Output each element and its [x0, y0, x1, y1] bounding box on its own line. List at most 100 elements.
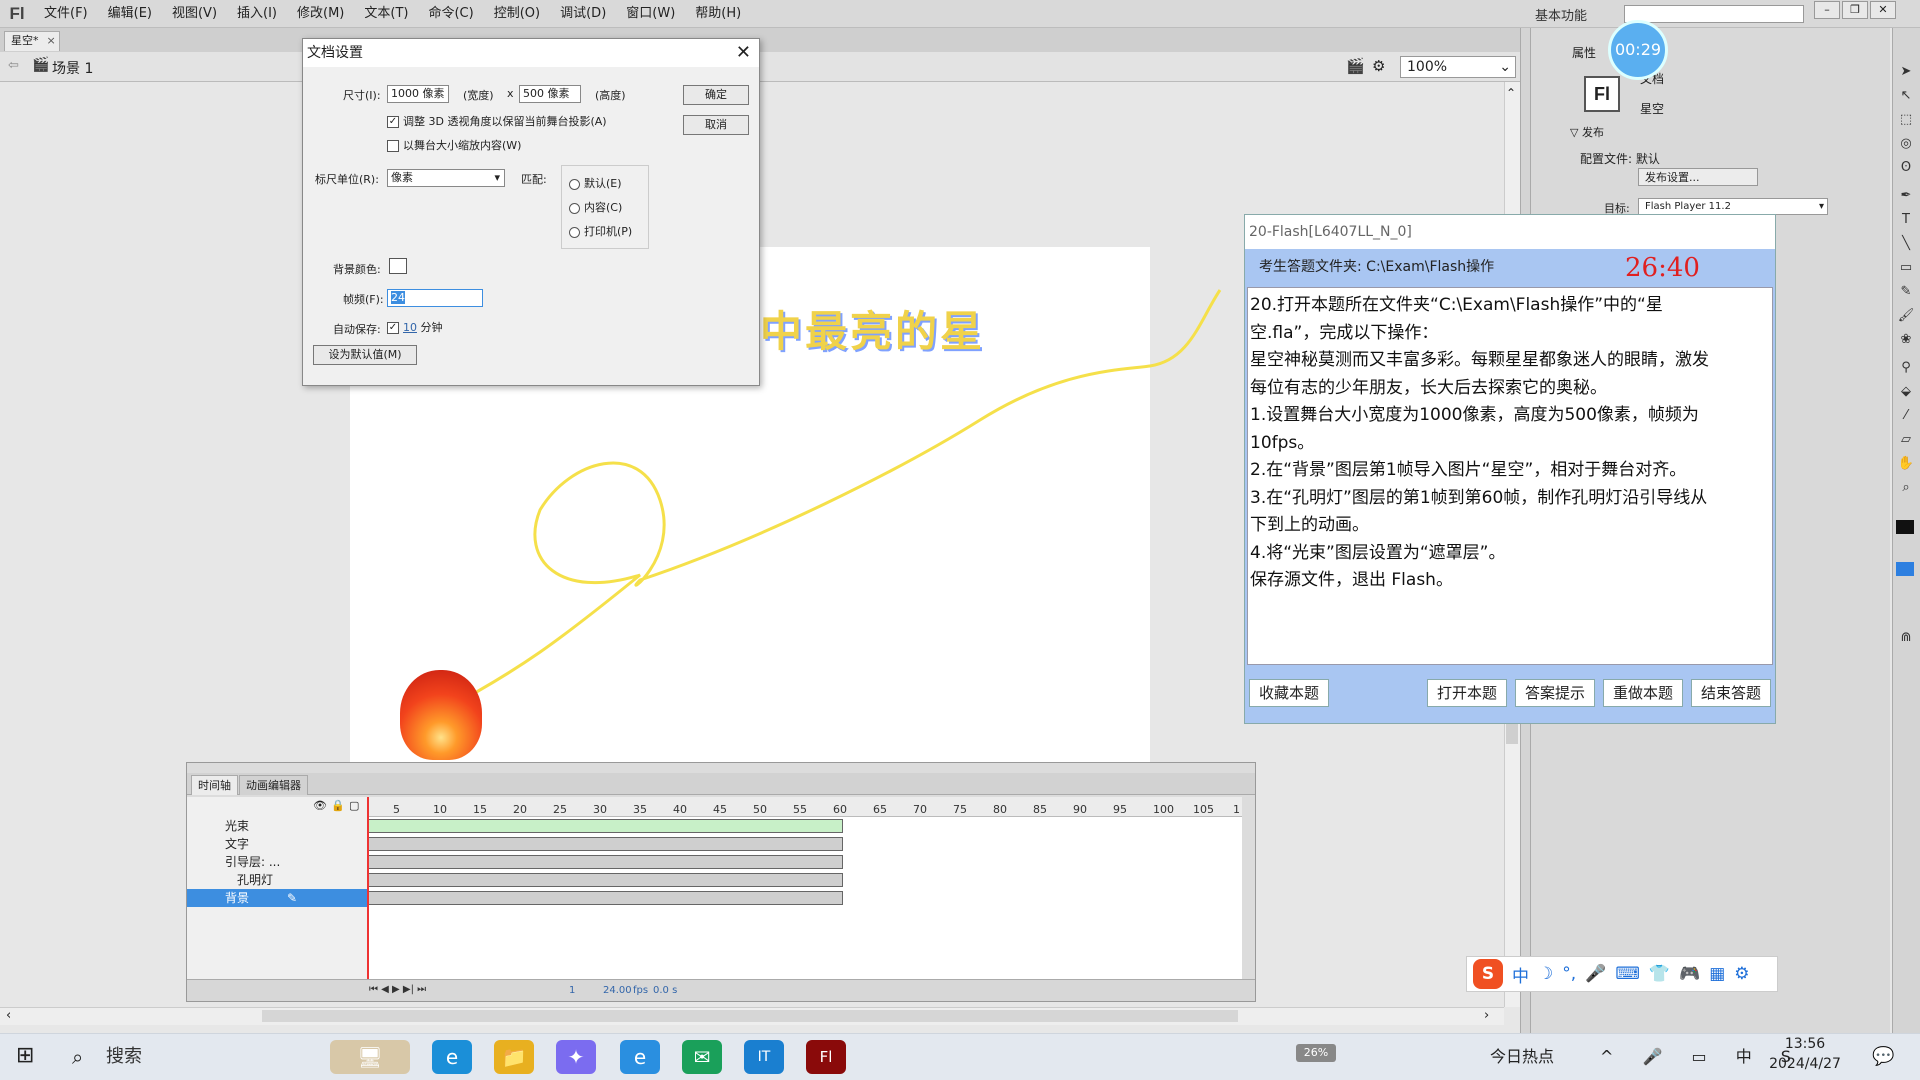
deco-tool-icon[interactable]: ❀ [1897, 332, 1915, 350]
news-widget[interactable]: 今日热点 [1490, 1040, 1554, 1074]
pen-tool-icon[interactable]: ✒ [1897, 188, 1915, 206]
lantern-image[interactable] [400, 670, 482, 760]
wechat-icon[interactable]: ✉ [682, 1040, 722, 1074]
ruler-units-select[interactable]: 像素 ▾ [387, 169, 505, 187]
match-default-option[interactable]: 默认(E) [569, 175, 622, 191]
paint-bucket-icon[interactable]: ⬙ [1897, 384, 1915, 402]
time-display[interactable]: 0.0 s [653, 985, 677, 996]
bone-tool-icon[interactable]: ⚲ [1897, 360, 1915, 378]
pencil-tool-icon[interactable]: ✎ [1897, 284, 1915, 302]
windows-start-icon[interactable]: ⊞ [16, 1044, 40, 1068]
answer-hint-button[interactable]: 答案提示 [1515, 679, 1595, 707]
moon-icon[interactable]: ☽ [1538, 964, 1553, 984]
fps-input[interactable]: 24 [387, 289, 483, 307]
task-view-icon[interactable]: 🖥 [330, 1040, 410, 1074]
scale-content-option[interactable]: 以舞台大小缩放内容(W) [387, 137, 521, 153]
open-question-button[interactable]: 打开本题 [1427, 679, 1507, 707]
scroll-left-icon[interactable]: ‹ [6, 1008, 11, 1023]
keyboard-icon[interactable]: ⌨ [1615, 964, 1640, 984]
clock[interactable]: 13:56 2024/4/27 [1760, 1034, 1850, 1074]
punctuation-icon[interactable]: °, [1562, 964, 1576, 984]
redo-question-button[interactable]: 重做本题 [1603, 679, 1683, 707]
current-frame[interactable]: 1 [569, 985, 575, 996]
flash-app-icon[interactable]: Fl [806, 1040, 846, 1074]
layer-row[interactable]: 文字 [187, 835, 367, 853]
tab-motion-editor[interactable]: 动画编辑器 [239, 775, 308, 795]
notification-icon[interactable]: 💬 [1872, 1040, 1894, 1074]
frame-span[interactable] [367, 819, 843, 833]
autosave-option[interactable]: ✓ 10 分钟 [387, 319, 443, 335]
properties-tab[interactable]: 属性 [1572, 44, 1596, 61]
fill-color-swatch[interactable] [1896, 562, 1914, 576]
target-select[interactable]: Flash Player 11.2 ▾ [1638, 198, 1828, 215]
floating-timer[interactable]: 00:29 [1608, 20, 1668, 80]
skin-icon[interactable]: 👕 [1649, 964, 1670, 984]
microphone-icon[interactable]: 🎤 [1585, 964, 1606, 984]
hand-tool-icon[interactable]: ✋ [1897, 456, 1915, 474]
scroll-right-icon[interactable]: › [1484, 1008, 1489, 1023]
frame-span[interactable] [367, 855, 843, 869]
toolbox-icon[interactable]: ▦ [1709, 964, 1725, 984]
game-icon[interactable]: 🎮 [1679, 964, 1700, 984]
scroll-up-icon[interactable]: ⌃ [1506, 86, 1516, 100]
playback-controls-icon[interactable]: ⏮ ◀ ▶ ▶| ⏭ [369, 984, 426, 995]
layer-row[interactable]: 光束 [187, 817, 367, 835]
subselection-tool-icon[interactable]: ↖ [1897, 88, 1915, 106]
zoom-tool-icon[interactable]: ⌕ [1897, 480, 1915, 498]
selection-tool-icon[interactable]: ➤ [1897, 64, 1915, 82]
frame-span[interactable] [367, 837, 843, 851]
ie-browser-icon[interactable]: e [620, 1040, 660, 1074]
match-printer-radio[interactable] [569, 226, 580, 238]
free-transform-tool-icon[interactable]: ⬚ [1897, 112, 1915, 130]
tab-timeline[interactable]: 时间轴 [191, 775, 238, 795]
set-default-button[interactable]: 设为默认值(M) [313, 345, 417, 365]
horizontal-scroll-thumb[interactable] [262, 1010, 1238, 1022]
stroke-color-swatch[interactable] [1896, 520, 1914, 534]
eyedropper-icon[interactable]: ⁄ [1897, 408, 1915, 426]
3d-rotation-tool-icon[interactable]: ◎ [1897, 136, 1915, 154]
text-tool-icon[interactable]: T [1897, 212, 1915, 230]
publish-settings-button[interactable]: 发布设置... [1638, 168, 1758, 186]
frame-span[interactable] [367, 891, 843, 905]
ime-chinese-mode[interactable]: 中 [1512, 962, 1529, 987]
lock-icon[interactable]: 🔒 [331, 799, 345, 812]
brush-tool-icon[interactable]: 🖌 [1897, 308, 1915, 326]
line-tool-icon[interactable]: ╲ [1897, 236, 1915, 254]
scale-content-checkbox[interactable] [387, 140, 399, 152]
taskbar-search[interactable]: 搜索 [60, 1040, 320, 1074]
match-default-radio[interactable] [569, 178, 580, 190]
publish-section-header[interactable]: ▽ 发布 [1570, 124, 1604, 140]
width-input[interactable]: 1000 像素 [387, 85, 449, 103]
eye-icon[interactable]: 👁 [313, 799, 327, 812]
it-exam-icon[interactable]: IT [744, 1040, 784, 1074]
match-printer-option[interactable]: 打印机(P) [569, 223, 632, 239]
file-explorer-icon[interactable]: 📁 [494, 1040, 534, 1074]
copilot-icon[interactable]: ✦ [556, 1040, 596, 1074]
adjust-3d-option[interactable]: ✓ 调整 3D 透视角度以保留当前舞台投影(A) [387, 113, 607, 129]
eraser-tool-icon[interactable]: ▱ [1897, 432, 1915, 450]
favorite-question-button[interactable]: 收藏本题 [1249, 679, 1329, 707]
fps-display[interactable]: 24.00 [603, 985, 632, 996]
finish-exam-button[interactable]: 结束答题 [1691, 679, 1771, 707]
edge-browser-icon[interactable]: e [432, 1040, 472, 1074]
cancel-button[interactable]: 取消 [683, 115, 749, 135]
playhead[interactable] [367, 797, 369, 979]
match-contents-radio[interactable] [569, 202, 580, 214]
lasso-tool-icon[interactable]: ʘ [1897, 160, 1915, 178]
layer-row-selected[interactable]: 背景 ✎ [187, 889, 367, 907]
bg-color-swatch[interactable] [389, 258, 407, 274]
dialog-titlebar[interactable]: 文档设置 [303, 39, 759, 67]
rectangle-tool-icon[interactable]: ▭ [1897, 260, 1915, 278]
close-icon[interactable]: ✕ [736, 42, 751, 63]
sogou-ime-icon[interactable]: S [1473, 959, 1503, 989]
ok-button[interactable]: 确定 [683, 85, 749, 105]
layer-row[interactable]: 引导层: ... [187, 853, 367, 871]
layer-row[interactable]: 孔明灯 [187, 871, 367, 889]
height-input[interactable]: 500 像素 [519, 85, 581, 103]
autosave-minutes[interactable]: 10 [403, 321, 417, 334]
autosave-checkbox[interactable]: ✓ [387, 322, 399, 334]
settings-icon[interactable]: ⚙ [1734, 964, 1749, 984]
adjust-3d-checkbox[interactable]: ✓ [387, 116, 399, 128]
battery-indicator[interactable]: 26% [1296, 1044, 1336, 1062]
match-contents-option[interactable]: 内容(C) [569, 199, 622, 215]
